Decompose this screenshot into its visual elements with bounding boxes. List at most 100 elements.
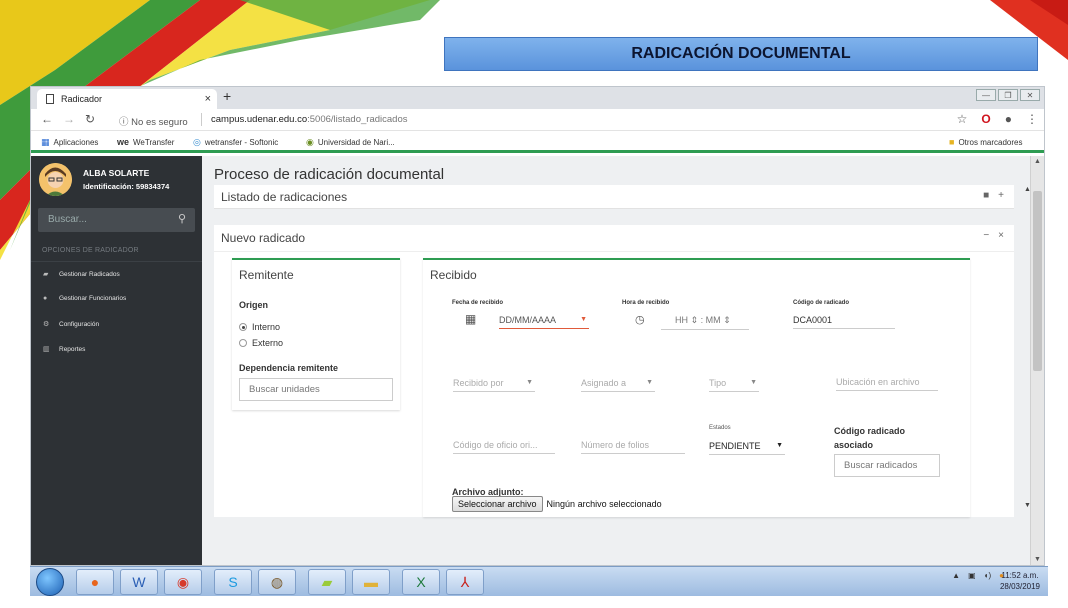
codigo-asociado-input[interactable]: Buscar radicados <box>834 454 940 477</box>
acrobat-icon[interactable]: ⅄ <box>446 569 484 595</box>
spinner-icon: ⇕ <box>723 315 731 325</box>
word-icon[interactable]: W <box>120 569 158 595</box>
bookmarks-bar: ▦ Aplicaciones we WeTransfer ◎ wetransfe… <box>31 131 1044 153</box>
back-icon[interactable]: ← <box>41 112 53 126</box>
maximize-button[interactable]: ❐ <box>998 89 1018 101</box>
estados-select[interactable]: PENDIENTE ▼ <box>709 441 785 455</box>
sidebar-item-gestionar-radicados[interactable]: ▰ Gestionar Radicados <box>43 270 120 279</box>
forward-icon[interactable]: → <box>63 112 75 126</box>
chevron-down-icon: ▼ <box>580 316 587 323</box>
card-title: Recibido <box>430 268 477 282</box>
excel-icon[interactable]: X <box>402 569 440 595</box>
hora-input[interactable]: HH ⇕ : MM ⇕ <box>661 315 749 330</box>
start-button[interactable] <box>36 568 64 596</box>
folder-icon[interactable]: ▬ <box>352 569 390 595</box>
bookmark-wetransfer[interactable]: we WeTransfer <box>117 137 174 147</box>
new-tab-button[interactable]: + <box>223 88 231 104</box>
fecha-input[interactable]: DD/MM/AAAA ▼ <box>499 315 589 329</box>
estados-label: Estados <box>709 425 731 431</box>
book-icon: ▰ <box>43 271 49 278</box>
network-icon[interactable]: ◍ <box>258 569 296 595</box>
close-window-button[interactable]: ✕ <box>1020 89 1040 101</box>
security-label: No es seguro <box>131 117 188 128</box>
apps-grid-icon: ▦ <box>41 137 50 147</box>
numero-folios-input[interactable]: Número de folios <box>581 440 685 454</box>
codigo-asociado-label-1: Código radicado <box>834 426 906 436</box>
chevron-down-icon: ▼ <box>776 442 783 449</box>
radio-interno[interactable]: Interno <box>239 322 280 332</box>
asignado-a-select[interactable]: Asignado a ▼ <box>581 378 655 392</box>
chevron-down-icon: ▼ <box>526 379 533 386</box>
close-icon[interactable]: × <box>998 230 1004 241</box>
scroll-down-icon[interactable]: ▼ <box>1034 556 1041 563</box>
sidebar-item-gestionar-funcionarios[interactable]: ● Gestionar Funcionarios <box>43 295 126 302</box>
bookmark-softonic[interactable]: ◎ wetransfer - Softonic <box>193 137 278 148</box>
scroll-thumb[interactable] <box>1033 191 1042 371</box>
close-tab-icon[interactable]: × <box>205 93 211 105</box>
dependencia-input[interactable]: Buscar unidades <box>239 378 393 401</box>
bookmark-university[interactable]: ◉ Universidad de Nari... <box>306 137 395 148</box>
sidebar-item-reportes[interactable]: ▥ Reportes <box>43 345 85 354</box>
info-icon: ⓘ <box>119 117 129 128</box>
volume-icon[interactable]: ◖) <box>984 571 992 580</box>
search-icon[interactable]: ⚲ <box>178 212 186 225</box>
sidebar-item-configuracion[interactable]: ⚙ Configuración <box>43 320 99 329</box>
plus-icon[interactable]: + <box>998 190 1004 201</box>
folder-icon: ■ <box>949 137 955 147</box>
codigo-label: Código de radicado <box>793 300 850 306</box>
window-controls: — ❐ ✕ <box>976 89 1040 101</box>
toolbar-actions: ☆ O ● ⋮ <box>957 112 1038 126</box>
network-tray-icon[interactable]: ▣ <box>968 571 976 580</box>
menu-icon[interactable]: ⋮ <box>1026 112 1038 126</box>
star-icon[interactable]: ☆ <box>957 112 968 126</box>
card-title: Remitente <box>239 268 294 282</box>
url-text[interactable]: campus.udenar.edu.co:5006/listado_radica… <box>211 114 407 125</box>
bookmark-apps[interactable]: ▦ Aplicaciones <box>41 137 98 148</box>
gears-icon: ⚙ <box>43 321 50 328</box>
user-id: Identificación: 59834374 <box>83 182 170 191</box>
account-icon[interactable]: ● <box>1005 112 1012 126</box>
chrome-icon[interactable]: ◉ <box>164 569 202 595</box>
calendar-icon[interactable]: ▦ <box>465 312 476 326</box>
codigo-oficio-input[interactable]: Código de oficio ori... <box>453 440 555 454</box>
dependencia-label: Dependencia remitente <box>239 363 339 373</box>
chevron-down-icon: ▼ <box>646 379 653 386</box>
page-scrollbar[interactable]: ▲ ▼ <box>1030 156 1044 565</box>
tab-bar: Radicador × + — ❐ ✕ <box>31 87 1044 109</box>
windows-taskbar: ● W ◉ S ◍ ▰ ▬ X ⅄ ▲ ▣ ◖) ● 11:52 a.m. 28… <box>30 566 1048 596</box>
browser-window: Radicador × + — ❐ ✕ ← → ↻ ⓘ No es seguro… <box>30 86 1045 566</box>
clock[interactable]: 11:52 a.m. 28/03/2019 <box>1000 570 1040 592</box>
remitente-card: Remitente Origen Interno Externo Depende… <box>232 258 400 410</box>
skype-icon[interactable]: S <box>214 569 252 595</box>
radio-externo[interactable]: Externo <box>239 338 283 348</box>
panel-nuevo-radicado: Nuevo radicado − × Remitente Origen Inte… <box>214 225 1014 517</box>
main-content: Proceso de radicación documental Listado… <box>202 156 1032 565</box>
codigo-radicado-input[interactable]: DCA0001 <box>793 315 895 329</box>
document-icon[interactable]: ■ <box>983 190 989 201</box>
minimize-button[interactable]: — <box>976 89 996 101</box>
ubicacion-input[interactable]: Ubicación en archivo <box>836 377 938 391</box>
tray-arrow-icon[interactable]: ▲ <box>952 571 960 580</box>
select-file-button[interactable]: Seleccionar archivo <box>452 496 543 512</box>
address-bar: ← → ↻ ⓘ No es seguro campus.udenar.edu.c… <box>31 109 1044 131</box>
opera-icon[interactable]: O <box>981 112 990 126</box>
wetransfer-icon: we <box>117 137 130 147</box>
bookmark-other[interactable]: ■ Otros marcadores <box>949 137 1022 147</box>
reload-icon[interactable]: ↻ <box>85 112 95 126</box>
clock-time: 11:52 a.m. <box>1001 571 1039 580</box>
recibido-por-select[interactable]: Recibido por ▼ <box>453 378 535 392</box>
chevron-down-icon: ▼ <box>750 379 757 386</box>
recibido-card: Recibido Fecha de recibido ▦ DD/MM/AAAA … <box>423 258 970 517</box>
divider <box>214 251 1014 252</box>
minimize-icon[interactable]: − <box>983 230 989 241</box>
firefox-icon[interactable]: ● <box>76 569 114 595</box>
tipo-select[interactable]: Tipo ▼ <box>709 378 759 392</box>
url-field[interactable]: ⓘ No es seguro <box>119 114 188 128</box>
file-input[interactable]: Seleccionar archivo Ningún archivo selec… <box>452 496 662 512</box>
scroll-up-icon[interactable]: ▲ <box>1034 158 1041 165</box>
fecha-label: Fecha de recibido <box>452 300 504 306</box>
sidebar-search[interactable]: Buscar... ⚲ <box>38 208 195 232</box>
browser-tab[interactable]: Radicador × <box>37 89 217 109</box>
folder-green-icon[interactable]: ▰ <box>308 569 346 595</box>
origen-label: Origen <box>239 300 269 310</box>
